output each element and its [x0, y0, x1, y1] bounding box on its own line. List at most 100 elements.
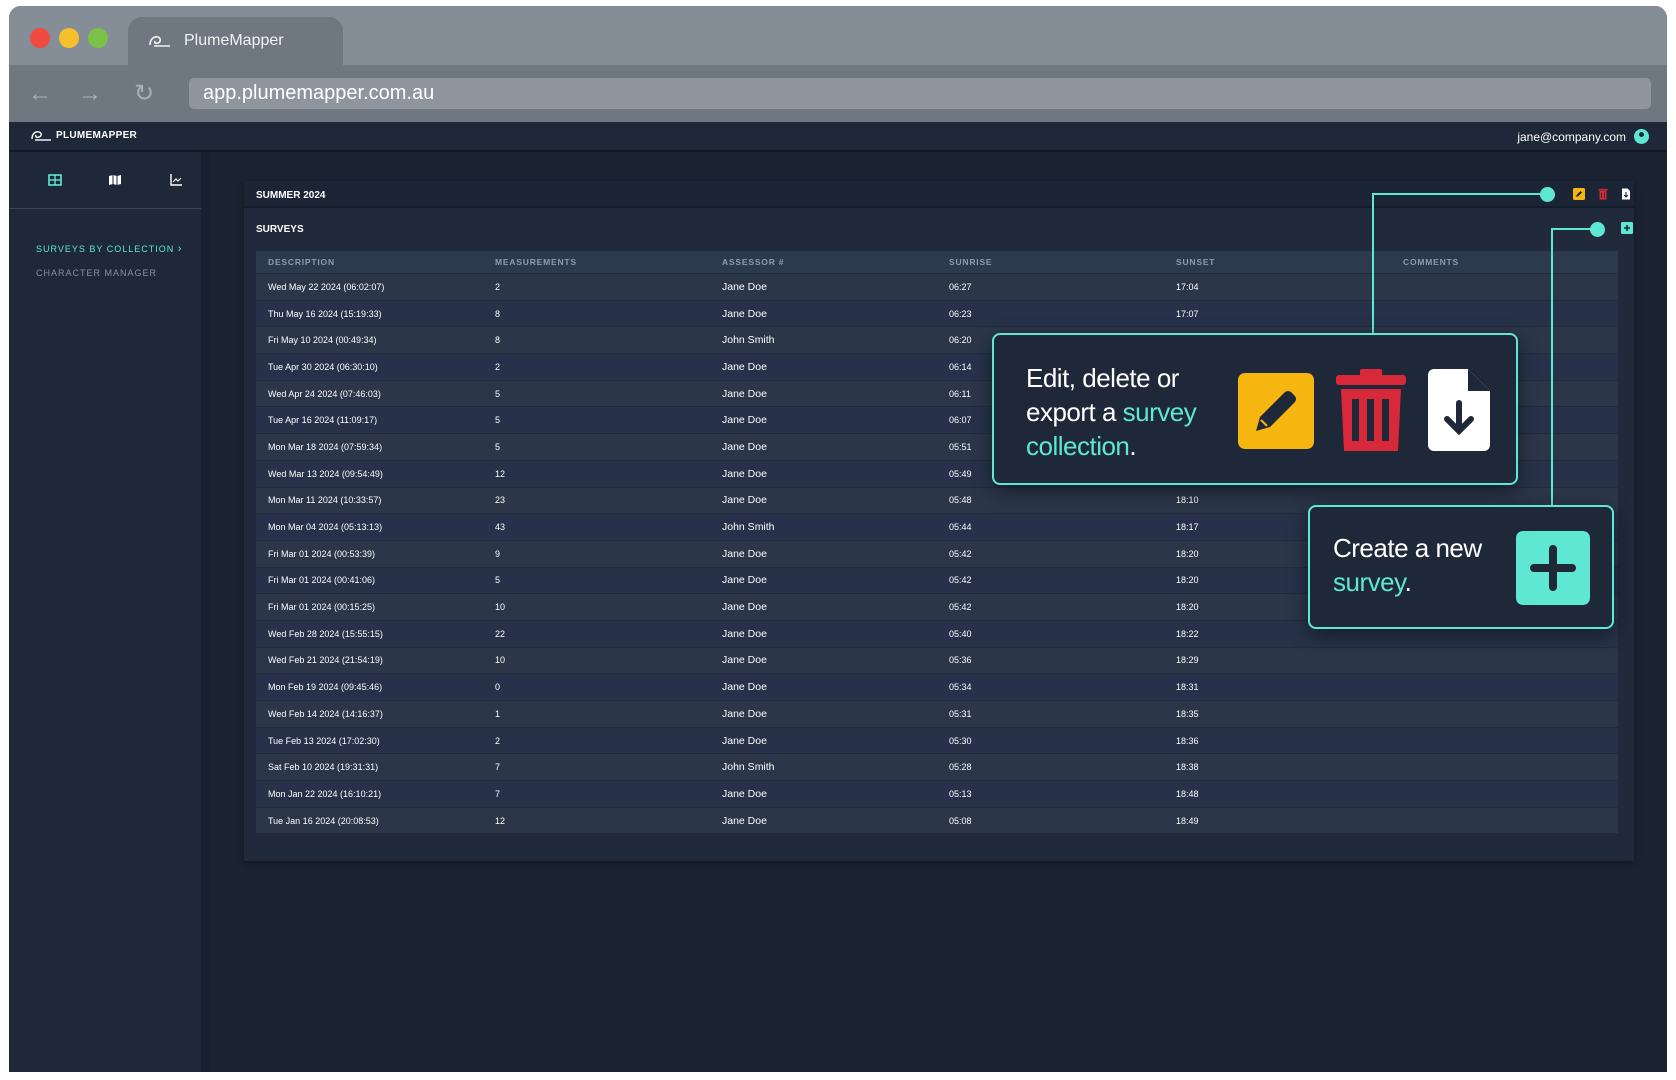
app-header: PLUMEMAPPER jane@company.com	[9, 122, 1667, 152]
table-cell: Jane Doe	[722, 627, 767, 640]
minimize-window-button[interactable]	[59, 28, 79, 48]
add-survey-icon[interactable]	[1621, 222, 1633, 234]
table-row[interactable]: Wed Feb 14 2024 (14:16:37) 1 Jane Doe 05:31…	[256, 700, 1618, 727]
table-cell: Wed Feb 14 2024 (14:16:37)	[268, 708, 383, 719]
table-cell: Jane Doe	[722, 601, 767, 614]
table-row[interactable]: Wed May 22 2024 (06:02:07) 2 Jane Doe 06:27…	[256, 273, 1618, 300]
table-cell: Fri Mar 01 2024 (00:53:39)	[268, 548, 376, 559]
table-cell: 0	[495, 682, 501, 693]
table-cell: 05:30	[949, 735, 972, 746]
table-cell: John Smith	[722, 521, 775, 534]
map-icon[interactable]	[107, 172, 123, 188]
table-row[interactable]: Sat Feb 10 2024 (19:31:31) 7 John Smith 05:…	[256, 753, 1618, 781]
connector-line	[1551, 228, 1553, 512]
table-cell: Mon Mar 18 2024 (07:59:34)	[268, 441, 383, 452]
table-cell: Fri Mar 01 2024 (00:41:06)	[268, 575, 376, 586]
callout-line: survey.	[1333, 567, 1412, 597]
table-cell: 5	[495, 388, 501, 399]
table-cell: 2	[495, 361, 501, 372]
table-cell: 23	[495, 495, 506, 506]
table-row[interactable]: Tue Feb 13 2024 (17:02:30) 2 Jane Doe 05:30…	[256, 726, 1618, 754]
chart-icon[interactable]	[168, 172, 184, 188]
export-icon[interactable]	[1620, 188, 1632, 200]
browser-tab[interactable]: PlumeMapper	[128, 17, 343, 65]
edit-icon	[1238, 373, 1314, 449]
sidebar: SURVEYS BY COLLECTION › CHARACTER MANAGE…	[9, 152, 209, 1072]
plume-logo-icon	[149, 36, 170, 47]
table-row[interactable]: Thu May 16 2024 (15:19:33) 8 Jane Doe 06:23…	[256, 299, 1618, 327]
table-cell: 5	[495, 415, 501, 426]
edit-icon[interactable]	[1573, 188, 1585, 200]
delete-icon[interactable]	[1597, 188, 1609, 200]
column-header[interactable]: SUNRISE	[937, 257, 1164, 267]
table-cell: 18:49	[1176, 815, 1199, 826]
table-cell: Mon Mar 11 2024 (10:33:57)	[268, 495, 382, 506]
maximize-window-button[interactable]	[88, 28, 108, 48]
table-cell: Jane Doe	[722, 707, 767, 720]
sidebar-item-label: CHARACTER MANAGER	[36, 268, 158, 278]
table-cell: John Smith	[722, 334, 775, 347]
table-cell: 05:31	[949, 708, 972, 719]
table-cell: Mon Feb 19 2024 (09:45:46)	[268, 682, 383, 693]
column-header[interactable]: MEASUREMENTS	[483, 257, 710, 267]
table-cell: 17:04	[1176, 281, 1199, 292]
table-cell: 05:08	[949, 815, 972, 826]
reload-icon[interactable]: ↻	[132, 82, 156, 106]
callout-text: Edit, delete or export a survey collecti…	[1026, 361, 1197, 463]
connector-line	[1372, 193, 1374, 341]
back-arrow-icon[interactable]: ←	[28, 82, 52, 106]
surveys-title: SURVEYS	[256, 224, 304, 235]
table-cell: Jane Doe	[722, 654, 767, 667]
table-cell: John Smith	[722, 761, 775, 774]
forward-arrow-icon[interactable]: →	[78, 82, 102, 106]
table-row[interactable]: Wed Feb 21 2024 (21:54:19) 10 Jane Doe 05:3…	[256, 646, 1618, 674]
table-cell: 05:48	[949, 495, 972, 506]
table-cell: 43	[495, 522, 506, 533]
table-cell: Jane Doe	[722, 494, 767, 507]
table-icon[interactable]	[47, 172, 63, 188]
table-cell: Sat Feb 10 2024 (19:31:31)	[268, 762, 379, 773]
table-cell: 05:42	[949, 602, 972, 613]
column-header[interactable]: DESCRIPTION	[256, 257, 483, 267]
column-header[interactable]: COMMENTS	[1391, 257, 1618, 267]
table-cell: 2	[495, 735, 501, 746]
table-row[interactable]: Tue Jan 16 2024 (20:08:53) 12 Jane Doe 05:0…	[256, 806, 1618, 834]
sidebar-item-character-manager[interactable]: CHARACTER MANAGER	[36, 268, 157, 278]
callout-line: Create a new	[1333, 533, 1482, 563]
close-window-button[interactable]	[30, 28, 50, 48]
new-survey-callout: Create a new survey.	[1308, 505, 1614, 629]
callout-text: Create a new survey.	[1333, 531, 1482, 599]
plume-logo-icon	[31, 131, 51, 141]
callout-line: export a survey	[1026, 397, 1197, 427]
table-cell: 7	[495, 788, 501, 799]
table-cell: 2	[495, 281, 501, 292]
table-cell: Tue Apr 30 2024 (06:30:10)	[268, 361, 378, 372]
table-cell: Jane Doe	[722, 814, 767, 827]
sidebar-icon-row	[9, 152, 201, 209]
tab-title: PlumeMapper	[184, 32, 284, 49]
connector-node	[1590, 222, 1605, 237]
window-controls	[30, 28, 108, 48]
table-cell: Jane Doe	[722, 414, 767, 427]
address-bar[interactable]: app.plumemapper.com.au	[189, 78, 1651, 109]
sidebar-item-label: SURVEYS BY COLLECTION	[36, 244, 175, 254]
table-row[interactable]: Mon Feb 19 2024 (09:45:46) 0 Jane Doe 05:34…	[256, 673, 1618, 700]
table-cell: 06:23	[949, 308, 972, 319]
sidebar-item-surveys-by-collection[interactable]: SURVEYS BY COLLECTION ›	[36, 243, 182, 255]
column-header[interactable]: SUNSET	[1164, 257, 1391, 267]
app-logo[interactable]: PLUMEMAPPER	[30, 129, 137, 142]
delete-icon	[1336, 369, 1406, 451]
table-row[interactable]: Mon Jan 22 2024 (16:10:21) 7 Jane Doe 05:13…	[256, 780, 1618, 807]
table-cell: Wed Feb 28 2024 (15:55:15)	[268, 628, 383, 639]
table-cell: Tue Feb 13 2024 (17:02:30)	[268, 735, 380, 746]
user-menu[interactable]: jane@company.com	[1517, 129, 1649, 144]
table-cell: 18:10	[1176, 495, 1199, 506]
surveys-header: SURVEYS	[244, 210, 1634, 242]
browser-toolbar: ← → ↻ app.plumemapper.com.au	[9, 65, 1667, 122]
column-header[interactable]: ASSESSOR #	[710, 257, 937, 267]
export-file-icon	[1428, 369, 1490, 451]
table-cell: Jane Doe	[722, 360, 767, 373]
table-cell: 18:38	[1176, 762, 1199, 773]
table-cell: Wed Feb 21 2024 (21:54:19)	[268, 655, 383, 666]
connector-node	[1540, 187, 1555, 202]
